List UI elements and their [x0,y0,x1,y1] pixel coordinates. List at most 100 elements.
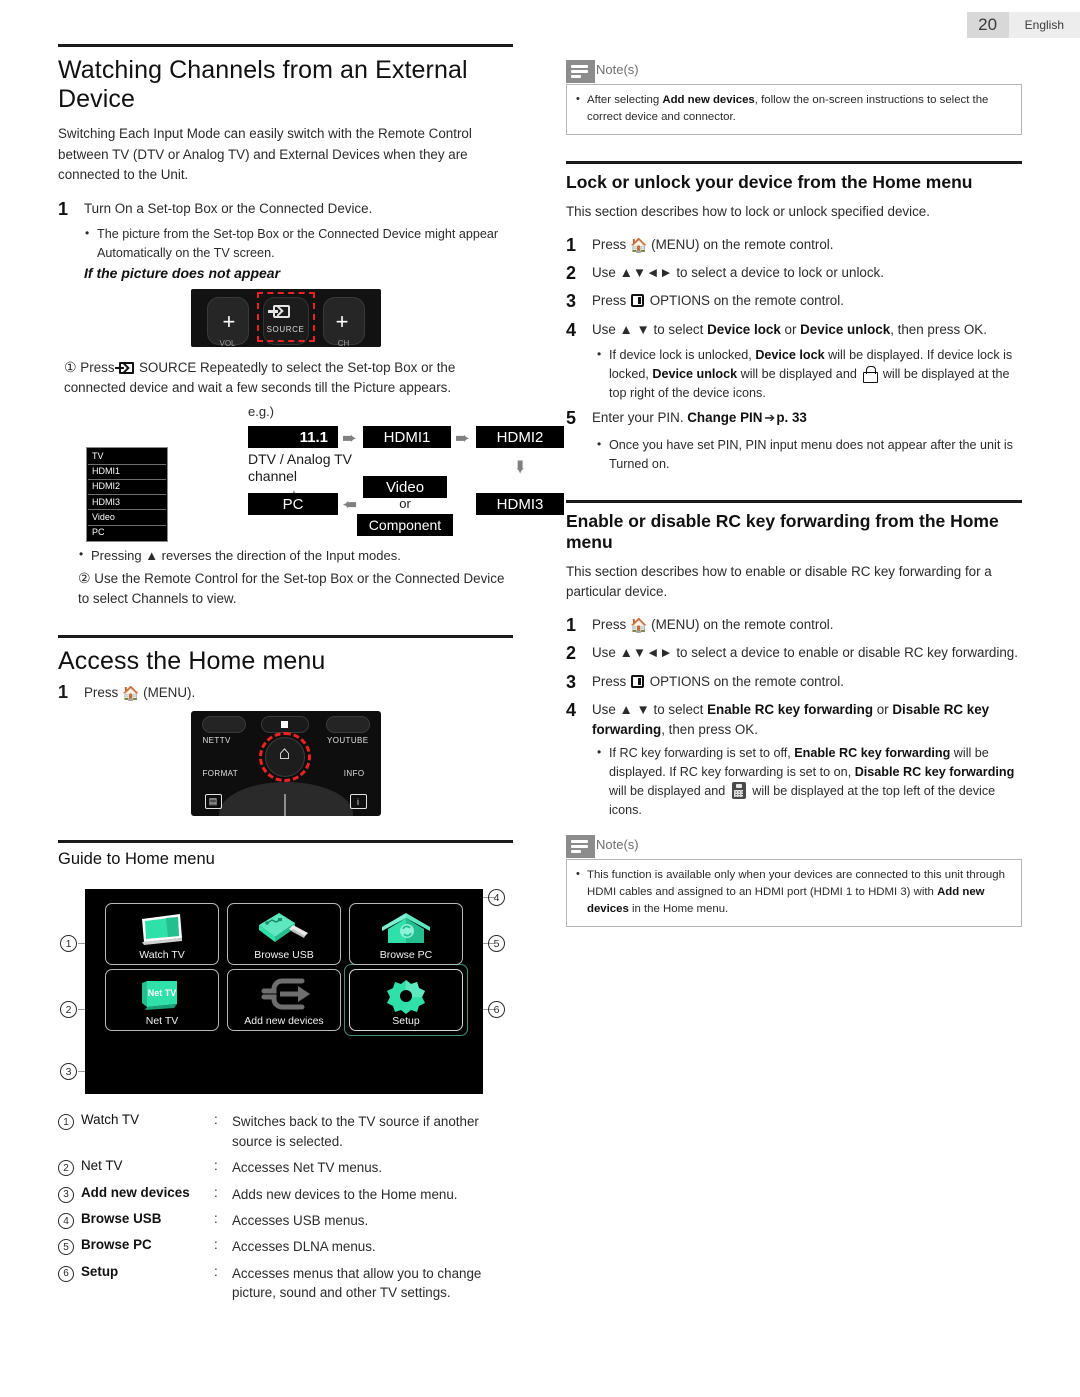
bullet-part-d: Disable RC key forwarding [854,765,1015,780]
step-lead: Press [592,616,627,632]
callout-2: 2 [60,1001,77,1019]
circled-step-2: ② Use the Remote Control for the Set-top… [78,568,513,609]
circled-number-2: ② [78,570,91,587]
step-lead: Use [592,265,616,281]
left-column: Watching Channels from an External Devic… [58,44,564,1310]
step-part-d: Device unlock [800,321,891,337]
page-ref-arrow-icon: ➔ [764,410,775,426]
callout-3: 3 [60,1063,77,1081]
page-language: English [1008,12,1080,38]
arrow-down-icon: ➨ [510,459,531,475]
right-column: Note(s) After selecting Add new devices,… [566,56,1022,927]
step-item: 4 Use ▲ ▼ to select Device lock or Devic… [566,317,1022,342]
note-text-c: in the Home menu. [628,902,729,915]
home-tile-watch-tv[interactable]: Watch TV [105,903,219,966]
input-list-item: TV [88,449,166,465]
legend-name: Add new devices [81,1184,190,1200]
step-item: 1 Turn On a Set-top Box or the Connected… [58,196,513,221]
format-label: FORMAT [202,769,239,779]
legend-number: 3 [58,1186,74,1203]
rc-steps: 1 Press 🏠 (MENU) on the remote control. … [566,612,1022,740]
bullet-part-a: If RC key forwarding is set to off, [609,746,795,761]
house-network-icon [350,911,462,949]
plus-glyph-left: + [222,309,236,335]
legend-colon: : [214,1158,218,1174]
bullet-item: Pressing ▲ reverses the direction of the… [78,545,513,566]
step-item: 2 Use ▲▼◄► to select a device to enable … [566,640,1022,665]
dpad-arrows-icon: ▲▼◄► [619,645,673,661]
step-text: Use ▲▼◄► to select a device to lock or u… [592,260,884,283]
home-tile-setup[interactable]: Setup [349,969,463,1032]
note-header: Note(s) [566,834,1022,858]
note-body: This function is available only when you… [566,858,1022,927]
home-menu-screenshot-wrap: 1 2 3 4 5 6 Watch TV Browse USB Browse P… [58,883,513,1098]
legend-colon: : [214,1237,218,1253]
step-number: 1 [58,198,69,219]
step-number: 4 [566,319,577,340]
step-item: 1 Press 🏠 (MENU) on the remote control. [566,612,1022,637]
input-mode-diagram: e.g.) TV HDMI1 HDMI2 HDMI3 Video PC 11.1… [58,404,564,542]
home-step-1: 1 Press 🏠 (MENU). [58,682,513,703]
step-lead: Press [592,293,627,309]
callout-6: 6 [488,1001,505,1019]
net-tv-icon: Net TV [106,977,218,1015]
bullet-part-b: Enable RC key forwarding [794,746,951,761]
step-part-a: Use ▲ ▼ to select [592,701,708,717]
manual-page: 20 English Watching Channels from an Ext… [0,0,1080,1397]
lock-section-title: Lock or unlock your device from the Home… [566,172,973,193]
lock-bullets-1: If device lock is unlocked, Device lock … [596,345,1022,403]
callout-4: 4 [488,889,505,907]
bullet-item: The picture from the Set-top Box or the … [84,224,513,263]
arrow-right-icon: ➨ [342,428,358,449]
circled-number-1: ① [64,359,77,376]
diagram-pc-block: PC [248,493,338,516]
legend-number: 6 [58,1265,74,1282]
legend-row: 3 Add new devices : Adds new devices to … [58,1185,513,1204]
step-lead: Use [592,645,616,661]
home-tile-net-tv[interactable]: Net TV Net TV [105,969,219,1032]
step-tail: to select a device to lock or unlock. [676,265,884,281]
diagram-or-label: or [399,496,411,512]
bullet-part-e: will be displayed and [609,784,729,799]
tile-label: Net TV [145,1014,179,1027]
home-icon: 🏠 [121,685,140,702]
rc-section-title: Enable or disable RC key forwarding from… [566,510,999,552]
diagram-component-block: Component [357,514,453,537]
input-list-item: HDMI2 [88,480,166,496]
step-tail: to select a device to enable or disable … [676,645,1018,661]
diagram-video-block: Video [363,476,447,499]
step-item: 2 Use ▲▼◄► to select a device to lock or… [566,260,1022,285]
step-text: Turn On a Set-top Box or the Connected D… [84,200,373,216]
pad-divider [283,794,286,817]
step-tail: OPTIONS on the remote control. [649,293,844,309]
page-number: 20 [966,12,1009,38]
home-tile-browse-pc[interactable]: Browse PC [349,903,463,966]
step-part-c: p. 33 [776,410,807,426]
legend-row: 6 Setup : Accesses menus that allow you … [58,1264,513,1303]
bullet-item: If device lock is unlocked, Device lock … [596,345,1022,403]
nettv-label: NETTV [202,736,231,746]
info-label: INFO [343,769,365,779]
legend-description: Switches back to the TV source if anothe… [232,1114,479,1149]
note-body: After selecting Add new devices, follow … [566,84,1022,136]
home-tile-add-new-devices[interactable]: Add new devices [227,969,341,1032]
circled1-lead: Press [80,360,115,376]
step-tail: (MENU) on the remote control. [651,616,834,632]
legend-row: 4 Browse USB : Accesses USB menus. [58,1211,513,1230]
step-item: 3 Press OPTIONS on the remote control. [566,669,1022,694]
step-text: Press 🏠 (MENU) on the remote control. [592,612,833,636]
legend-number: 5 [58,1239,74,1256]
step-number: 1 [566,614,577,635]
page-title: Watching Channels from an External Devic… [58,56,468,113]
note-bullet: This function is available only when you… [576,866,1012,918]
legend-name: Browse PC [81,1237,152,1253]
tile-label: Browse USB [254,948,314,961]
dtv-label-line1: DTV / Analog TV [248,451,353,468]
tile-label: Watch TV [139,948,185,961]
note-icon [571,64,588,79]
youtube-button [325,716,370,734]
home-tile-browse-usb[interactable]: Browse USB [227,903,341,966]
step-part-b: Change PIN [687,410,763,426]
step-item: 4 Use ▲ ▼ to select Enable RC key forwar… [566,697,1022,740]
legend-colon: : [214,1263,218,1279]
